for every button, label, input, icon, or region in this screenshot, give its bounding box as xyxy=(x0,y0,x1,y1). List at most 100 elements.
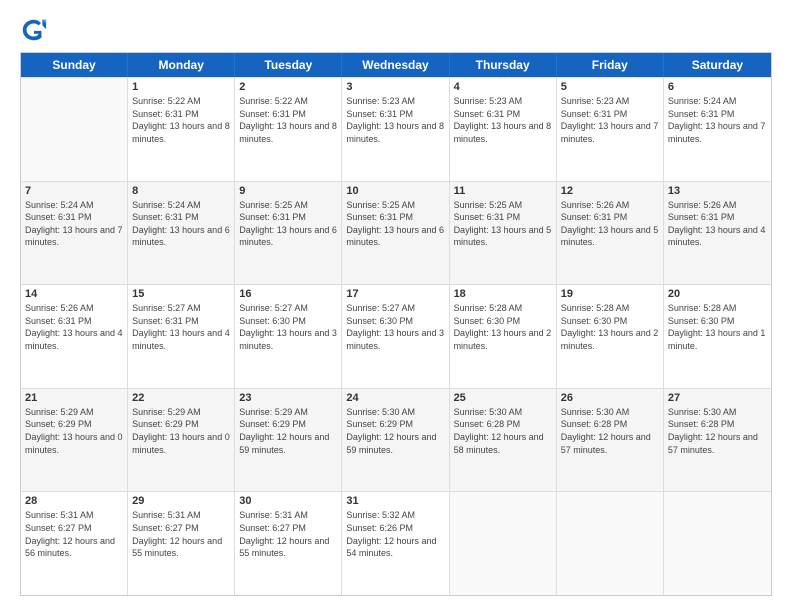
day-cell-26: 26 Sunrise: 5:30 AM Sunset: 6:28 PM Dayli… xyxy=(557,389,664,492)
day-number: 23 xyxy=(239,392,337,404)
day-cell-21: 21Sunrise: 5:29 AM Sunset: 6:29 PM Dayli… xyxy=(21,389,128,492)
day-cell-14: 14Sunrise: 5:26 AM Sunset: 6:31 PM Dayli… xyxy=(21,285,128,388)
day-info: Sunrise: 5:24 AM Sunset: 6:31 PM Dayligh… xyxy=(25,199,123,249)
day-cell-3: 3 Sunrise: 5:23 AM Sunset: 6:31 PM Daylig… xyxy=(342,78,449,181)
day-info: Sunrise: 5:25 AM Sunset: 6:31 PM Dayligh… xyxy=(454,199,552,249)
calendar-header: SundayMondayTuesdayWednesdayThursdayFrid… xyxy=(21,53,771,77)
header-day-sunday: Sunday xyxy=(21,53,128,77)
day-cell-8: 8 Sunrise: 5:24 AM Sunset: 6:31 PM Daylig… xyxy=(128,182,235,285)
day-info: Sunrise: 5:26 AM Sunset: 6:31 PM Dayligh… xyxy=(561,199,659,249)
day-info: Sunrise: 5:30 AM Sunset: 6:29 PM Dayligh… xyxy=(346,406,444,456)
calendar-week-2: 7 Sunrise: 5:24 AM Sunset: 6:31 PM Daylig… xyxy=(21,181,771,285)
day-cell-7: 7 Sunrise: 5:24 AM Sunset: 6:31 PM Daylig… xyxy=(21,182,128,285)
calendar-week-5: 28 Sunrise: 5:31 AM Sunset: 6:27 PM Dayli… xyxy=(21,491,771,595)
day-cell-11: 11Sunrise: 5:25 AM Sunset: 6:31 PM Dayli… xyxy=(450,182,557,285)
day-cell-30: 30Sunrise: 5:31 AM Sunset: 6:27 PM Dayli… xyxy=(235,492,342,595)
day-cell-13: 13 Sunrise: 5:26 AM Sunset: 6:31 PM Dayli… xyxy=(664,182,771,285)
day-cell-12: 12 Sunrise: 5:26 AM Sunset: 6:31 PM Dayli… xyxy=(557,182,664,285)
day-number: 3 xyxy=(346,81,444,93)
day-number: 24 xyxy=(346,392,444,404)
day-number: 1 xyxy=(132,81,230,93)
calendar-week-1: 1 Sunrise: 5:22 AM Sunset: 6:31 PM Daylig… xyxy=(21,77,771,181)
day-number: 12 xyxy=(561,185,659,197)
day-info: Sunrise: 5:25 AM Sunset: 6:31 PM Dayligh… xyxy=(346,199,444,249)
day-number: 8 xyxy=(132,185,230,197)
day-info: Sunrise: 5:25 AM Sunset: 6:31 PM Dayligh… xyxy=(239,199,337,249)
logo-icon xyxy=(20,16,48,44)
day-info: Sunrise: 5:22 AM Sunset: 6:31 PM Dayligh… xyxy=(132,95,230,145)
logo xyxy=(20,16,52,44)
day-number: 19 xyxy=(561,288,659,300)
day-number: 25 xyxy=(454,392,552,404)
day-info: Sunrise: 5:24 AM Sunset: 6:31 PM Dayligh… xyxy=(668,95,767,145)
day-number: 2 xyxy=(239,81,337,93)
day-cell-6: 6Sunrise: 5:24 AM Sunset: 6:31 PM Daylig… xyxy=(664,78,771,181)
header-day-wednesday: Wednesday xyxy=(342,53,449,77)
day-cell-25: 25 Sunrise: 5:30 AM Sunset: 6:28 PM Dayli… xyxy=(450,389,557,492)
day-cell-1: 1 Sunrise: 5:22 AM Sunset: 6:31 PM Daylig… xyxy=(128,78,235,181)
day-info: Sunrise: 5:30 AM Sunset: 6:28 PM Dayligh… xyxy=(454,406,552,456)
day-info: Sunrise: 5:26 AM Sunset: 6:31 PM Dayligh… xyxy=(25,302,123,352)
day-number: 9 xyxy=(239,185,337,197)
day-number: 31 xyxy=(346,495,444,507)
empty-cell xyxy=(21,78,128,181)
day-cell-31: 31 Sunrise: 5:32 AM Sunset: 6:26 PM Dayli… xyxy=(342,492,449,595)
day-cell-4: 4 Sunrise: 5:23 AM Sunset: 6:31 PM Daylig… xyxy=(450,78,557,181)
day-info: Sunrise: 5:23 AM Sunset: 6:31 PM Dayligh… xyxy=(346,95,444,145)
calendar: SundayMondayTuesdayWednesdayThursdayFrid… xyxy=(20,52,772,596)
day-number: 10 xyxy=(346,185,444,197)
day-info: Sunrise: 5:23 AM Sunset: 6:31 PM Dayligh… xyxy=(454,95,552,145)
day-cell-24: 24 Sunrise: 5:30 AM Sunset: 6:29 PM Dayli… xyxy=(342,389,449,492)
day-info: Sunrise: 5:28 AM Sunset: 6:30 PM Dayligh… xyxy=(561,302,659,352)
day-cell-23: 23 Sunrise: 5:29 AM Sunset: 6:29 PM Dayli… xyxy=(235,389,342,492)
day-info: Sunrise: 5:31 AM Sunset: 6:27 PM Dayligh… xyxy=(132,509,230,559)
header-day-monday: Monday xyxy=(128,53,235,77)
day-cell-20: 20 Sunrise: 5:28 AM Sunset: 6:30 PM Dayli… xyxy=(664,285,771,388)
header xyxy=(20,16,772,44)
day-info: Sunrise: 5:26 AM Sunset: 6:31 PM Dayligh… xyxy=(668,199,767,249)
day-cell-22: 22 Sunrise: 5:29 AM Sunset: 6:29 PM Dayli… xyxy=(128,389,235,492)
day-number: 7 xyxy=(25,185,123,197)
empty-cell xyxy=(557,492,664,595)
day-info: Sunrise: 5:30 AM Sunset: 6:28 PM Dayligh… xyxy=(668,406,767,456)
day-cell-27: 27Sunrise: 5:30 AM Sunset: 6:28 PM Dayli… xyxy=(664,389,771,492)
day-info: Sunrise: 5:32 AM Sunset: 6:26 PM Dayligh… xyxy=(346,509,444,559)
day-info: Sunrise: 5:27 AM Sunset: 6:30 PM Dayligh… xyxy=(239,302,337,352)
day-info: Sunrise: 5:28 AM Sunset: 6:30 PM Dayligh… xyxy=(454,302,552,352)
day-info: Sunrise: 5:31 AM Sunset: 6:27 PM Dayligh… xyxy=(239,509,337,559)
day-info: Sunrise: 5:27 AM Sunset: 6:30 PM Dayligh… xyxy=(346,302,444,352)
calendar-week-3: 14Sunrise: 5:26 AM Sunset: 6:31 PM Dayli… xyxy=(21,284,771,388)
calendar-week-4: 21 Sunrise: 5:29 AM Sunset: 6:29 PM Dayli… xyxy=(21,388,771,492)
day-cell-18: 18 Sunrise: 5:28 AM Sunset: 6:30 PM Dayli… xyxy=(450,285,557,388)
day-number: 17 xyxy=(346,288,444,300)
day-cell-29: 29Sunrise: 5:31 AM Sunset: 6:27 PM Dayli… xyxy=(128,492,235,595)
day-number: 26 xyxy=(561,392,659,404)
day-cell-9: 9 Sunrise: 5:25 AM Sunset: 6:31 PM Daylig… xyxy=(235,182,342,285)
day-cell-10: 10 Sunrise: 5:25 AM Sunset: 6:31 PM Dayli… xyxy=(342,182,449,285)
day-info: Sunrise: 5:29 AM Sunset: 6:29 PM Dayligh… xyxy=(239,406,337,456)
day-cell-2: 2Sunrise: 5:22 AM Sunset: 6:31 PM Daylig… xyxy=(235,78,342,181)
day-cell-17: 17 Sunrise: 5:27 AM Sunset: 6:30 PM Dayli… xyxy=(342,285,449,388)
day-number: 18 xyxy=(454,288,552,300)
empty-cell xyxy=(450,492,557,595)
day-info: Sunrise: 5:24 AM Sunset: 6:31 PM Dayligh… xyxy=(132,199,230,249)
day-info: Sunrise: 5:30 AM Sunset: 6:28 PM Dayligh… xyxy=(561,406,659,456)
empty-cell xyxy=(664,492,771,595)
day-cell-28: 28 Sunrise: 5:31 AM Sunset: 6:27 PM Dayli… xyxy=(21,492,128,595)
day-cell-5: 5Sunrise: 5:23 AM Sunset: 6:31 PM Daylig… xyxy=(557,78,664,181)
day-number: 13 xyxy=(668,185,767,197)
day-number: 28 xyxy=(25,495,123,507)
day-number: 21 xyxy=(25,392,123,404)
day-info: Sunrise: 5:28 AM Sunset: 6:30 PM Dayligh… xyxy=(668,302,767,352)
header-day-saturday: Saturday xyxy=(664,53,771,77)
header-day-tuesday: Tuesday xyxy=(235,53,342,77)
day-info: Sunrise: 5:31 AM Sunset: 6:27 PM Dayligh… xyxy=(25,509,123,559)
day-number: 20 xyxy=(668,288,767,300)
day-info: Sunrise: 5:29 AM Sunset: 6:29 PM Dayligh… xyxy=(132,406,230,456)
day-info: Sunrise: 5:27 AM Sunset: 6:31 PM Dayligh… xyxy=(132,302,230,352)
day-info: Sunrise: 5:23 AM Sunset: 6:31 PM Dayligh… xyxy=(561,95,659,145)
day-cell-19: 19 Sunrise: 5:28 AM Sunset: 6:30 PM Dayli… xyxy=(557,285,664,388)
day-number: 4 xyxy=(454,81,552,93)
header-day-friday: Friday xyxy=(557,53,664,77)
day-number: 22 xyxy=(132,392,230,404)
